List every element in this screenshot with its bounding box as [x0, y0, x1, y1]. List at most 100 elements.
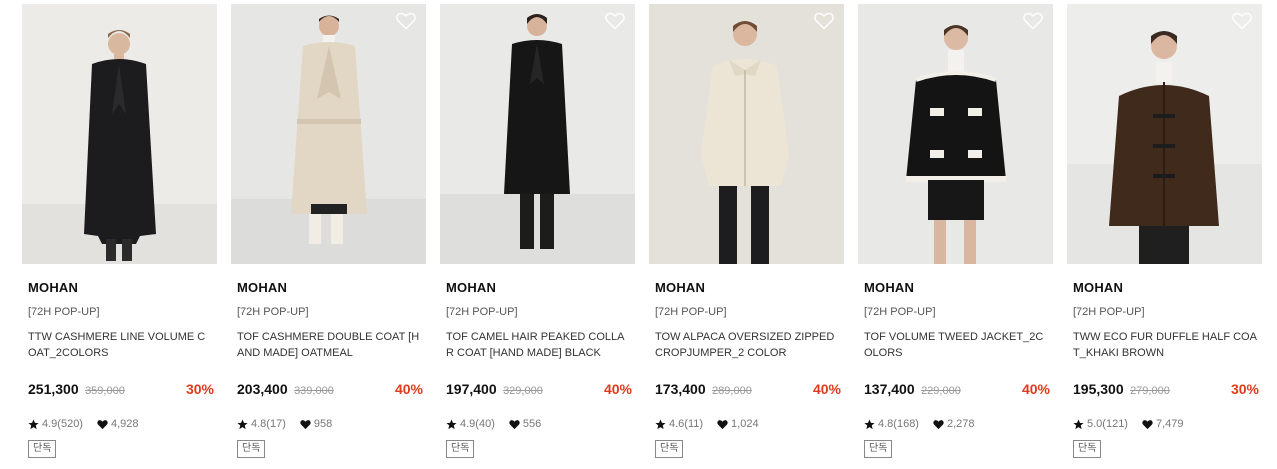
exclusive-badge: 단독 — [864, 440, 893, 458]
product-image[interactable] — [231, 4, 426, 264]
rating-text: 5.0(121) — [1087, 418, 1128, 430]
price-row: 203,400 339,000 40% — [237, 381, 423, 401]
discount-rate: 40% — [1021, 381, 1050, 397]
product-stats: 4.9(40) 556 — [446, 416, 632, 432]
product-grid: MOHAN [72H POP-UP] TTW CASHMERE LINE VOL… — [22, 4, 1262, 469]
wishlist-heart-icon[interactable] — [1232, 12, 1252, 30]
price-row: 173,400 289,000 40% — [655, 381, 841, 401]
star-icon — [864, 418, 875, 429]
rating-text: 4.6(11) — [669, 418, 704, 430]
product-photo — [649, 4, 844, 264]
product-brand[interactable]: MOHAN — [655, 280, 705, 295]
product-brand[interactable]: MOHAN — [28, 280, 78, 295]
product-name[interactable]: TOF CAMEL HAIR PEAKED COLLAR COAT [HAND … — [446, 329, 631, 363]
original-price: 289,000 — [712, 385, 752, 397]
sale-price: 203,400 — [237, 381, 288, 397]
product-stats: 4.8(168) 2,278 — [864, 416, 1050, 432]
product-image[interactable] — [649, 4, 844, 264]
product-stats: 5.0(121) 7,479 — [1073, 416, 1259, 432]
heart-icon — [300, 419, 311, 429]
product-card[interactable]: MOHAN [72H POP-UP] TOF VOLUME TWEED JACK… — [858, 4, 1053, 469]
product-tag: [72H POP-UP] — [446, 306, 518, 318]
product-card[interactable]: MOHAN [72H POP-UP] TOW ALPACA OVERSIZED … — [649, 4, 844, 469]
product-name[interactable]: TOF CASHMERE DOUBLE COAT [HAND MADE] OAT… — [237, 329, 422, 363]
likes-count: 4,928 — [110, 418, 139, 430]
discount-rate: 30% — [1230, 381, 1259, 397]
product-stats: 4.8(17) 958 — [237, 416, 423, 432]
sale-price: 173,400 — [655, 381, 706, 397]
product-tag: [72H POP-UP] — [864, 306, 936, 318]
original-price: 329,000 — [503, 385, 543, 397]
product-card[interactable]: MOHAN [72H POP-UP] TTW CASHMERE LINE VOL… — [22, 4, 217, 469]
product-brand[interactable]: MOHAN — [446, 280, 496, 295]
product-card[interactable]: MOHAN [72H POP-UP] TOF CAMEL HAIR PEAKED… — [440, 4, 635, 469]
product-tag: [72H POP-UP] — [237, 306, 309, 318]
product-name[interactable]: TWW ECO FUR DUFFLE HALF COAT_KHAKI BROWN — [1073, 329, 1258, 363]
heart-icon — [509, 419, 520, 429]
likes-count: 7,479 — [1155, 418, 1184, 430]
price-row: 197,400 329,000 40% — [446, 381, 632, 401]
likes-count: 2,278 — [946, 418, 975, 430]
heart-icon — [97, 419, 108, 429]
product-name[interactable]: TOF VOLUME TWEED JACKET_2COLORS — [864, 329, 1049, 363]
heart-icon — [717, 419, 728, 429]
product-image[interactable] — [1067, 4, 1262, 264]
price-row: 251,300 359,000 30% — [28, 381, 214, 401]
product-photo — [22, 4, 217, 264]
discount-rate: 40% — [812, 381, 841, 397]
product-image[interactable] — [22, 4, 217, 264]
exclusive-badge: 단독 — [237, 440, 266, 458]
product-stats: 4.6(11) 1,024 — [655, 416, 841, 432]
rating-text: 4.9(40) — [460, 418, 495, 430]
original-price: 339,000 — [294, 385, 334, 397]
product-brand[interactable]: MOHAN — [1073, 280, 1123, 295]
exclusive-badge: 단독 — [28, 440, 57, 458]
exclusive-badge: 단독 — [655, 440, 684, 458]
discount-rate: 40% — [603, 381, 632, 397]
likes-count: 556 — [522, 418, 542, 430]
rating-text: 4.8(168) — [878, 418, 919, 430]
product-photo — [1067, 4, 1262, 264]
sale-price: 197,400 — [446, 381, 497, 397]
wishlist-heart-icon[interactable] — [396, 12, 416, 30]
star-icon — [28, 418, 39, 429]
product-tag: [72H POP-UP] — [655, 306, 727, 318]
exclusive-badge: 단독 — [1073, 440, 1102, 458]
discount-rate: 40% — [394, 381, 423, 397]
product-card[interactable]: MOHAN [72H POP-UP] TOF CASHMERE DOUBLE C… — [231, 4, 426, 469]
wishlist-heart-icon[interactable] — [814, 12, 834, 30]
price-row: 137,400 229,000 40% — [864, 381, 1050, 401]
star-icon — [1073, 418, 1084, 429]
original-price: 229,000 — [921, 385, 961, 397]
wishlist-heart-icon[interactable] — [605, 12, 625, 30]
product-image[interactable] — [440, 4, 635, 264]
sale-price: 137,400 — [864, 381, 915, 397]
product-image[interactable] — [858, 4, 1053, 264]
product-photo — [231, 4, 426, 264]
star-icon — [655, 418, 666, 429]
product-brand[interactable]: MOHAN — [864, 280, 914, 295]
rating-text: 4.9(520) — [42, 418, 83, 430]
product-brand[interactable]: MOHAN — [237, 280, 287, 295]
star-icon — [446, 418, 457, 429]
wishlist-heart-icon[interactable] — [1023, 12, 1043, 30]
product-photo — [440, 4, 635, 264]
product-name[interactable]: TTW CASHMERE LINE VOLUME COAT_2COLORS — [28, 329, 213, 363]
product-tag: [72H POP-UP] — [28, 306, 100, 318]
likes-count: 1,024 — [731, 418, 759, 430]
price-row: 195,300 279,000 30% — [1073, 381, 1259, 401]
rating-text: 4.8(17) — [251, 418, 286, 430]
product-card[interactable]: MOHAN [72H POP-UP] TWW ECO FUR DUFFLE HA… — [1067, 4, 1262, 469]
product-photo — [858, 4, 1053, 264]
sale-price: 195,300 — [1073, 381, 1124, 397]
star-icon — [237, 418, 248, 429]
product-tag: [72H POP-UP] — [1073, 306, 1145, 318]
original-price: 279,000 — [1130, 385, 1170, 397]
discount-rate: 30% — [185, 381, 214, 397]
product-name[interactable]: TOW ALPACA OVERSIZED ZIPPED CROPJUMPER_2… — [655, 329, 840, 363]
heart-icon — [933, 419, 944, 429]
sale-price: 251,300 — [28, 381, 79, 397]
original-price: 359,000 — [85, 385, 125, 397]
likes-count: 958 — [313, 418, 333, 430]
heart-icon — [1142, 419, 1153, 429]
